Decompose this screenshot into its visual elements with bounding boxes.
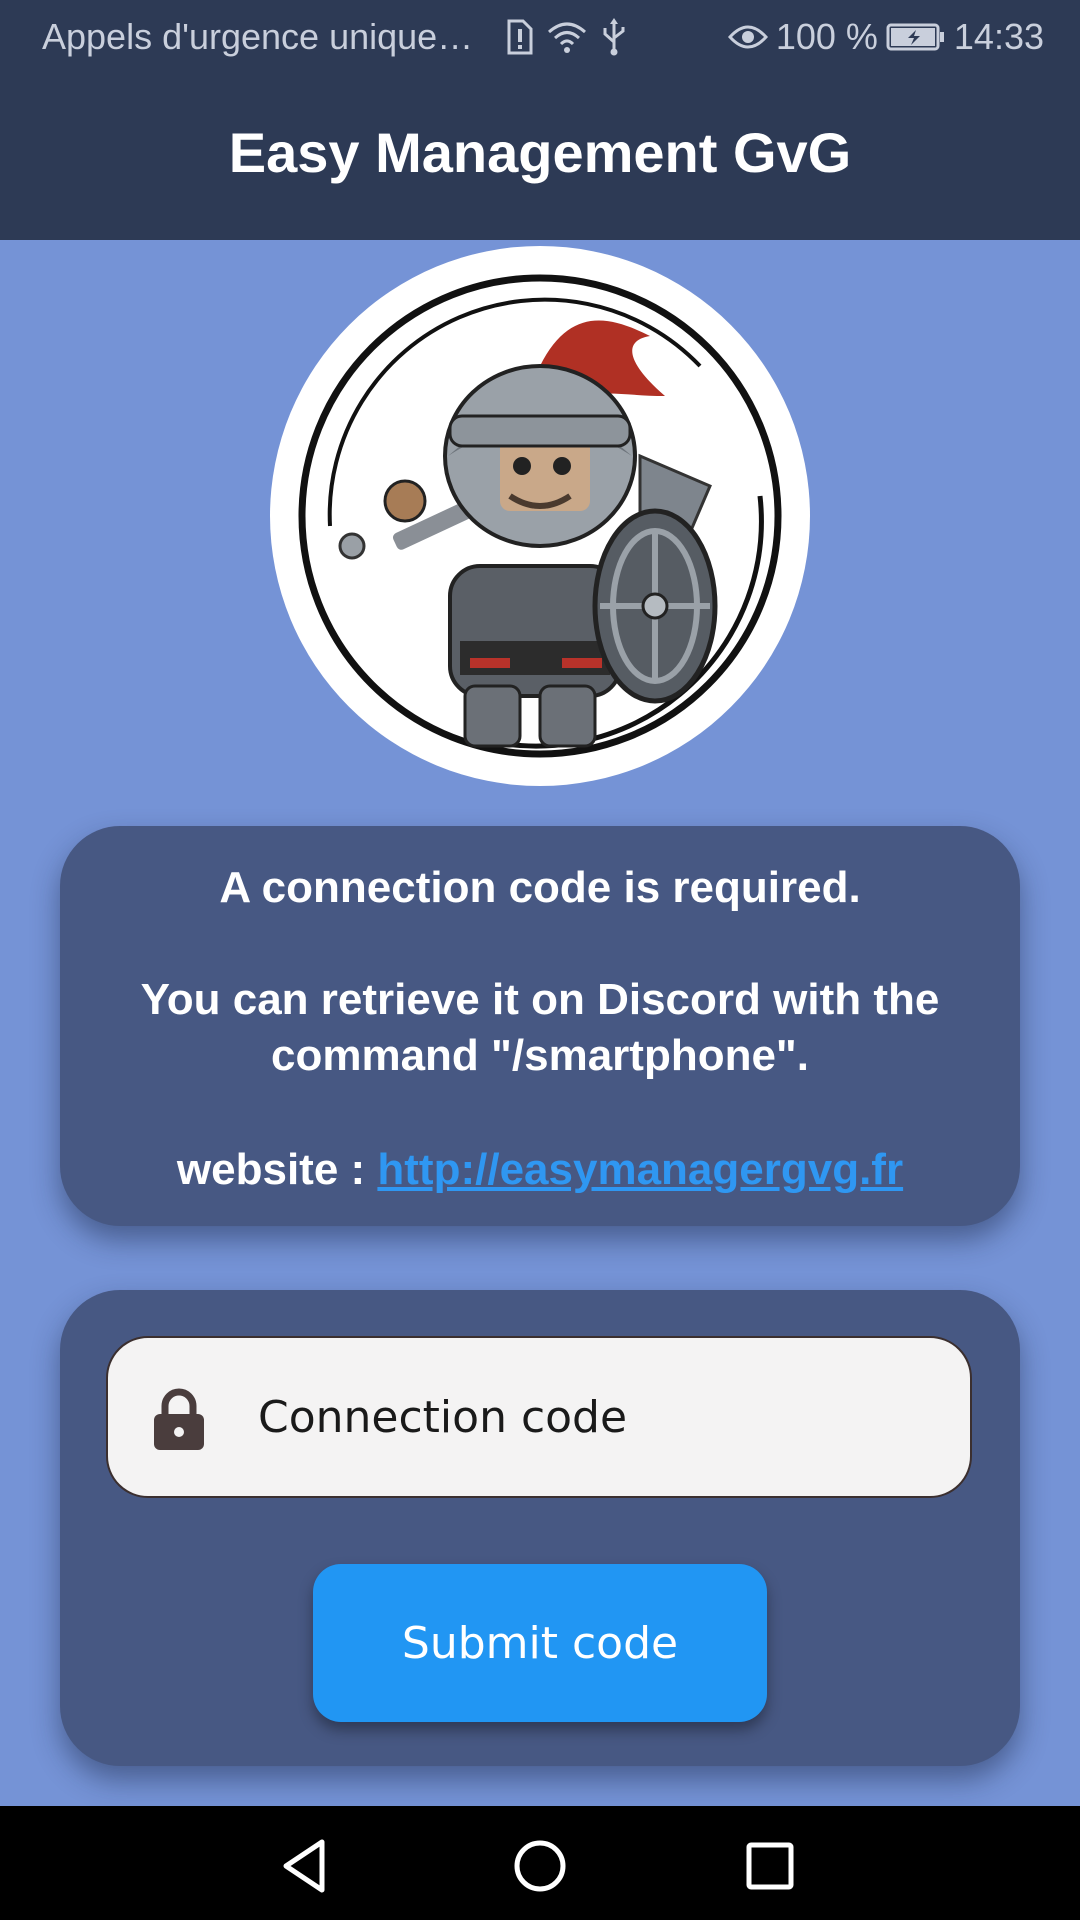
website-label: website : — [176, 1145, 378, 1194]
info-required-text: A connection code is required. — [219, 863, 861, 912]
status-bar: Appels d'urgence unique… 100 % 14:33 — [0, 0, 1080, 74]
connection-code-input[interactable] — [258, 1338, 948, 1496]
app-bar: Easy Management GvG — [0, 74, 1080, 240]
submit-code-button[interactable]: Submit code — [313, 1564, 767, 1722]
connection-code-field[interactable] — [106, 1336, 972, 1498]
battery-charging-icon — [886, 23, 944, 51]
wifi-icon — [548, 22, 587, 53]
info-command-text: command "/smartphone". — [270, 1031, 810, 1080]
sim-alert-icon — [507, 19, 533, 55]
app-title: Easy Management GvG — [228, 120, 852, 184]
carrier-label: Appels d'urgence unique… — [42, 16, 474, 57]
info-card: A connection code is required. You can r… — [60, 826, 1020, 1226]
usb-icon — [603, 18, 625, 56]
home-circle-icon[interactable] — [510, 1836, 570, 1896]
system-nav-bar — [0, 1806, 1080, 1920]
status-time: 14:33 — [953, 16, 1044, 57]
form-card: Submit code — [60, 1290, 1020, 1766]
eye-icon — [727, 25, 768, 49]
website-line: website : http://easymanagergvg.fr — [60, 1142, 1020, 1198]
knight-warrior-logo — [270, 246, 810, 786]
website-link[interactable]: http://easymanagergvg.fr — [377, 1145, 903, 1194]
recents-square-icon[interactable] — [740, 1836, 800, 1896]
battery-percent: 100 % — [775, 16, 878, 57]
info-discord-text: You can retrieve it on Discord with the — [140, 975, 940, 1024]
back-triangle-icon[interactable] — [278, 1836, 338, 1896]
lock-icon — [154, 1388, 204, 1450]
